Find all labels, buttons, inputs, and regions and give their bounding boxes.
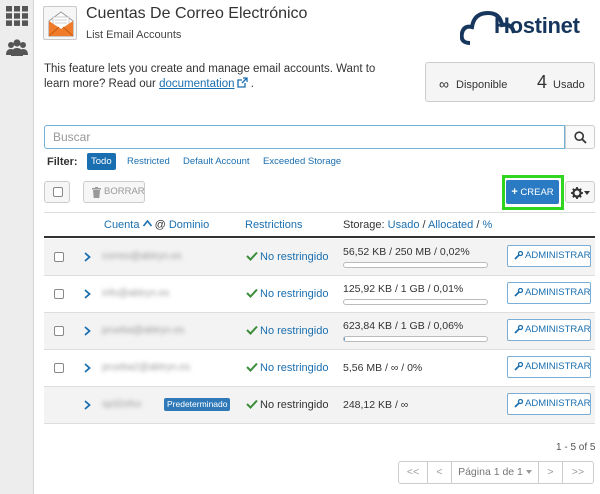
brand-logo: Hostinet — [460, 3, 598, 47]
account-name: info@abtryn.es — [102, 288, 170, 299]
manage-button[interactable]: ADMINISTRAR — [507, 245, 591, 267]
gear-icon — [571, 187, 583, 199]
documentation-link[interactable]: documentation — [159, 78, 234, 90]
settings-dropdown[interactable] — [565, 181, 595, 203]
table-row: info@abtryn.es No restringido 125,92 KB … — [44, 276, 595, 313]
storage-usage: 5,56 MB / ∞ / 0% — [343, 362, 423, 374]
sort-used[interactable]: Usado — [388, 219, 420, 231]
table-header: Cuenta @ Dominio Restrictions Storage: U… — [44, 212, 595, 238]
page-subtitle: List Email Accounts — [86, 29, 182, 41]
intro-text: This feature lets you create and manage … — [44, 63, 376, 90]
last-page-button[interactable]: >> — [562, 461, 594, 484]
used-label: Usado — [553, 79, 585, 91]
default-badge: Predeterminado — [164, 398, 231, 411]
create-button[interactable]: + CREAR — [506, 180, 559, 204]
chevron-right-icon[interactable] — [84, 400, 91, 410]
row-checkbox[interactable] — [54, 252, 64, 262]
check-icon — [246, 251, 258, 261]
filter-default-account[interactable]: Default Account — [179, 153, 254, 170]
table-row: prueba2@abtryn.es No restringido 5,56 MB… — [44, 350, 595, 387]
chevron-right-icon[interactable] — [84, 363, 91, 373]
wrench-icon — [514, 325, 523, 334]
restriction-link[interactable]: No restringido — [260, 251, 328, 263]
email-accounts-icon — [43, 6, 77, 40]
wrench-icon — [514, 251, 523, 260]
storage-bar — [343, 336, 488, 342]
account-name: correo@abtryn.es — [102, 251, 182, 262]
quota-stats: ∞ Disponible 4 Usado — [425, 62, 595, 102]
available-count: ∞ — [439, 76, 449, 92]
search-input[interactable] — [44, 125, 565, 149]
sort-restrictions[interactable]: Restrictions — [245, 219, 302, 231]
page-select[interactable]: Página 1 de 1 — [451, 461, 539, 484]
manage-button[interactable]: ADMINISTRAR — [507, 393, 591, 415]
manage-button[interactable]: ADMINISTRAR — [507, 356, 591, 378]
next-page-button[interactable]: > — [538, 461, 563, 484]
storage-bar — [343, 299, 488, 305]
filter-todo[interactable]: Todo — [87, 153, 116, 170]
account-name: prueba@abtryn.es — [102, 325, 185, 336]
restriction-link[interactable]: No restringido — [260, 362, 328, 374]
sort-account[interactable]: Cuenta @ Dominio — [104, 219, 209, 231]
apps-grid-icon[interactable] — [6, 6, 28, 26]
storage-usage: 56,52 KB / 250 MB / 0,02% — [343, 246, 470, 258]
row-checkbox[interactable] — [54, 326, 64, 336]
sort-percent[interactable]: % — [482, 219, 492, 231]
manage-button[interactable]: ADMINISTRAR — [507, 282, 591, 304]
table-row: correo@abtryn.es No restringido 56,52 KB… — [44, 239, 595, 276]
restriction-text: No restringido — [260, 399, 329, 411]
chevron-down-icon — [584, 191, 590, 195]
filter-exceeded-storage[interactable]: Exceeded Storage — [259, 153, 345, 170]
sidebar — [0, 0, 34, 494]
chevron-right-icon[interactable] — [84, 289, 91, 299]
delete-button[interactable]: BORRAR — [83, 181, 145, 203]
storage-usage: 125,92 KB / 1 GB / 0,01% — [343, 283, 464, 295]
storage-usage: 248,12 KB / ∞ — [343, 399, 409, 411]
wrench-icon — [514, 399, 523, 408]
sort-allocated[interactable]: Allocated — [428, 219, 473, 231]
restriction-link[interactable]: No restringido — [260, 288, 328, 300]
plus-icon: + — [511, 186, 518, 198]
filter-label: Filter: — [47, 156, 78, 168]
search-icon — [574, 131, 587, 144]
table-row: sp32xfxx Predeterminado No restringido 2… — [44, 387, 595, 424]
row-checkbox[interactable] — [54, 289, 64, 299]
restriction-link[interactable]: No restringido — [260, 325, 328, 337]
search-button[interactable] — [565, 125, 595, 149]
users-icon[interactable] — [6, 38, 28, 58]
table-row: prueba@abtryn.es No restringido 623,84 K… — [44, 313, 595, 350]
check-icon — [246, 325, 258, 335]
row-checkbox[interactable] — [54, 363, 64, 373]
check-icon — [246, 288, 258, 298]
results-count: 1 - 5 of 5 — [556, 442, 596, 453]
manage-button[interactable]: ADMINISTRAR — [507, 319, 591, 341]
check-icon — [246, 399, 258, 409]
sort-asc-icon — [142, 219, 152, 227]
chevron-right-icon[interactable] — [84, 326, 91, 336]
prev-page-button[interactable]: < — [427, 461, 452, 484]
wrench-icon — [514, 288, 523, 297]
page-title: Cuentas De Correo Electrónico — [86, 5, 308, 22]
chevron-down-icon — [525, 470, 532, 475]
trash-icon — [92, 187, 101, 198]
check-icon — [246, 362, 258, 372]
account-name: prueba2@abtryn.es — [102, 362, 190, 373]
external-link-icon[interactable] — [236, 77, 248, 88]
brand-name: Hostinet — [494, 13, 580, 38]
main-content: Cuentas De Correo Electrónico List Email… — [34, 0, 600, 494]
used-count: 4 — [537, 72, 548, 92]
filter-restricted[interactable]: Restricted — [123, 153, 174, 170]
wrench-icon — [514, 362, 523, 371]
storage-header: Storage: Usado / Allocated / % — [343, 219, 493, 231]
chevron-right-icon[interactable] — [84, 252, 91, 262]
storage-bar — [343, 262, 488, 268]
available-label: Disponible — [456, 79, 508, 91]
storage-usage: 623,84 KB / 1 GB / 0,06% — [343, 320, 464, 332]
first-page-button[interactable]: << — [398, 461, 428, 484]
account-name: sp32xfxx — [102, 399, 142, 410]
select-all-checkbox[interactable] — [44, 181, 70, 203]
